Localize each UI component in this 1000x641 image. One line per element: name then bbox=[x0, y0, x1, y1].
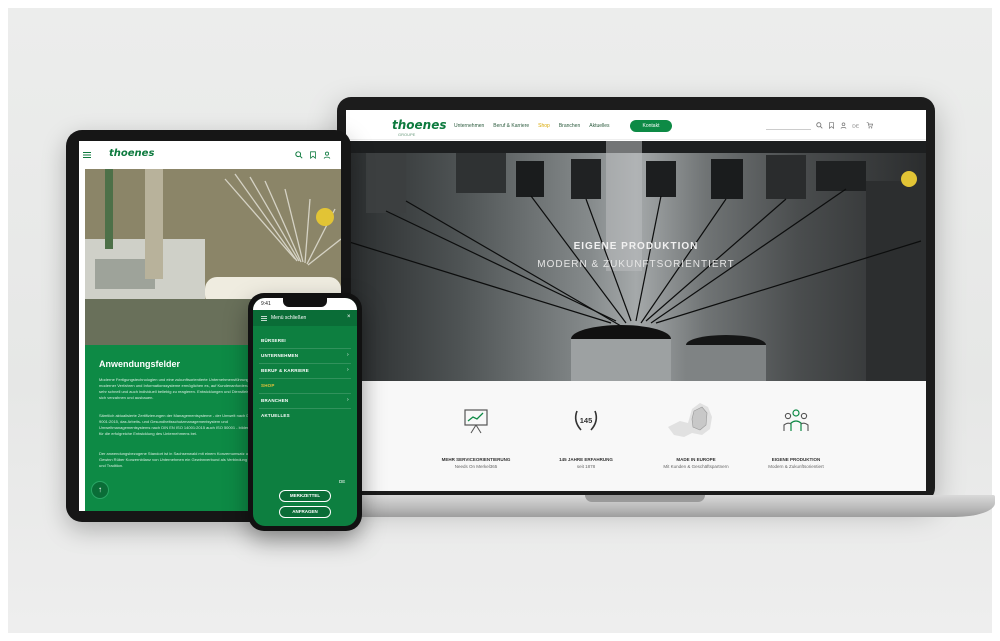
nav-item-aktuelles[interactable]: Aktuelles bbox=[589, 123, 609, 129]
contact-button[interactable]: Kontakt bbox=[630, 120, 672, 132]
feature-text: Modern & Zukunftsorientiert bbox=[768, 464, 824, 469]
laurel-number: 145 bbox=[580, 416, 593, 425]
site-logo-sub: GROUPE bbox=[398, 132, 416, 137]
laptop-notch bbox=[585, 495, 705, 502]
menu-item[interactable]: BRANCHEN bbox=[261, 398, 288, 403]
divider bbox=[259, 393, 351, 394]
language-selector[interactable]: DE bbox=[339, 479, 345, 484]
menu-item[interactable]: UNTERNEHMEN bbox=[261, 353, 298, 358]
feature-title: MEHR SERVICEORIENTIERUNG bbox=[441, 457, 511, 462]
svg-text:DE: DE bbox=[852, 124, 860, 129]
laurel-145-icon: 145 bbox=[574, 410, 598, 431]
laptop-screen: thoenes GROUPE Unternehmen Beruf & Karri… bbox=[346, 110, 926, 491]
divider bbox=[259, 408, 351, 409]
phone-screen: 9:41 Menü schließen × BÜRSEREI UNTERNEHM… bbox=[253, 298, 357, 526]
nav-item-beruf-karriere[interactable]: Beruf & Karriere bbox=[493, 123, 529, 129]
search-icon[interactable] bbox=[295, 151, 303, 159]
user-icon[interactable] bbox=[840, 122, 847, 129]
status-time: 9:41 bbox=[261, 301, 271, 307]
feature-text: seit 1878 bbox=[576, 464, 596, 469]
bookmark-icon[interactable] bbox=[828, 122, 835, 129]
presentation-chart-icon bbox=[464, 409, 488, 434]
tablet-logo[interactable]: thoenes bbox=[109, 148, 154, 159]
map-europe-icon bbox=[668, 403, 712, 437]
phone-notch bbox=[283, 298, 327, 307]
menu-close-label[interactable]: Menü schließen bbox=[271, 315, 306, 321]
nav-item-unternehmen[interactable]: Unternehmen bbox=[454, 123, 484, 129]
menu-header: Menü schließen × bbox=[253, 310, 357, 326]
divider bbox=[259, 363, 351, 364]
menu-item[interactable]: AKTUELLES bbox=[261, 413, 290, 418]
anfragen-button[interactable]: ANFRAGEN bbox=[279, 506, 331, 518]
close-icon[interactable]: × bbox=[347, 314, 351, 320]
divider bbox=[259, 348, 351, 349]
chevron-right-icon[interactable]: › bbox=[347, 352, 349, 358]
header-icons: DE bbox=[816, 122, 873, 129]
menu-item[interactable]: BERUF & KARRIERE bbox=[261, 368, 309, 373]
accessibility-badge[interactable] bbox=[901, 171, 917, 187]
search-input[interactable] bbox=[766, 129, 811, 130]
feature-title: EIGENE PRODUKTION bbox=[771, 457, 821, 462]
cart-icon[interactable] bbox=[866, 122, 873, 129]
scroll-top-button[interactable]: ↑ bbox=[91, 481, 109, 499]
hero-banner: EIGENE PRODUKTION MODERN & ZUKUNFTSORIEN… bbox=[346, 141, 926, 381]
menu-item[interactable]: BÜRSEREI bbox=[261, 338, 286, 343]
feature-text: Needs On Merkel365 bbox=[454, 464, 498, 469]
hero-title: EIGENE PRODUKTION bbox=[573, 241, 699, 252]
feature-title: 145 JAHRE ERFAHRUNG bbox=[559, 457, 613, 462]
menu-item-shop[interactable]: SHOP bbox=[261, 383, 275, 388]
hamburger-icon[interactable] bbox=[83, 152, 91, 158]
team-people-icon bbox=[783, 409, 809, 431]
nav-item-shop[interactable]: Shop bbox=[538, 123, 550, 129]
arrow-up-icon: ↑ bbox=[98, 485, 102, 494]
user-icon[interactable] bbox=[323, 151, 331, 159]
section-title: Anwendungsfelder bbox=[99, 359, 181, 369]
site-header: thoenes GROUPE Unternehmen Beruf & Karri… bbox=[346, 110, 926, 140]
nav-item-branchen[interactable]: Branchen bbox=[559, 123, 580, 129]
tablet-header: thoenes bbox=[79, 141, 341, 167]
features-row: MEHR SERVICEORIENTIERUNG Needs On Merkel… bbox=[346, 381, 926, 491]
merkzettel-button[interactable]: MERKZETTEL bbox=[279, 490, 331, 502]
hero-subtitle: MODERN & ZUKUNFTSORIENTIERT bbox=[537, 259, 735, 270]
chevron-right-icon[interactable]: › bbox=[347, 367, 349, 373]
chevron-right-icon[interactable]: › bbox=[347, 397, 349, 403]
menu-icon bbox=[261, 316, 267, 321]
bookmark-icon[interactable] bbox=[309, 151, 317, 159]
divider bbox=[259, 378, 351, 379]
main-nav: Unternehmen Beruf & Karriere Shop Branch… bbox=[454, 123, 610, 129]
search-icon[interactable] bbox=[816, 122, 823, 129]
language-icon[interactable]: DE bbox=[852, 122, 861, 129]
site-logo[interactable]: thoenes bbox=[392, 118, 447, 132]
